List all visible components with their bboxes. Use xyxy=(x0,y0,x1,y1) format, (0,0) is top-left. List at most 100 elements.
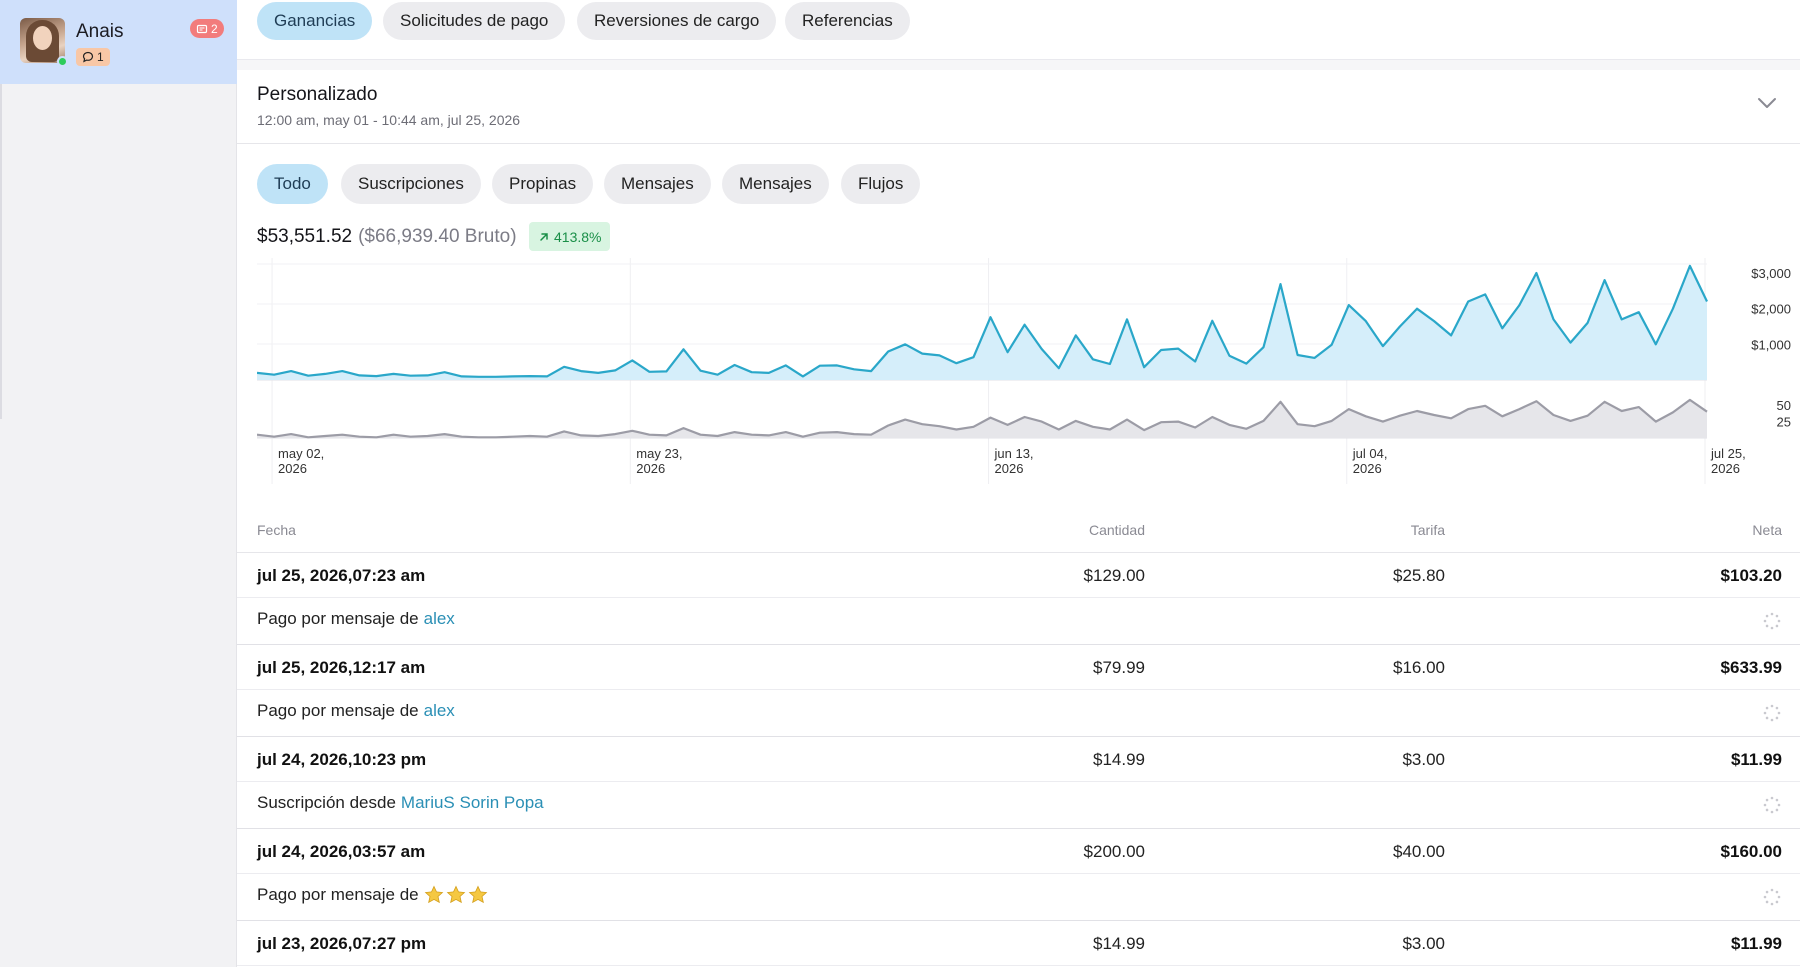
row-net: $103.20 xyxy=(1720,566,1782,585)
row-date: jul 23, 2026,07:27 pm xyxy=(257,934,427,953)
row-description: Suscripción desde MariuS Sorin Popa xyxy=(237,782,1800,829)
message-count-badge: 2 xyxy=(190,19,224,38)
x-tick-label: jul 25, xyxy=(1710,446,1746,461)
x-tick-label-year: 2026 xyxy=(1353,461,1382,476)
header-neta: Neta xyxy=(1752,522,1782,538)
row-fee: $3.00 xyxy=(1402,934,1445,953)
filter-todo[interactable]: Todo xyxy=(257,164,328,204)
row-amount: $14.99 xyxy=(1093,750,1145,769)
revenue-area xyxy=(257,265,1707,380)
x-tick-label: jun 13, xyxy=(994,446,1034,461)
y-tick-label: $3,000 xyxy=(1751,266,1791,281)
table-header: Fecha Cantidad Tarifa Neta xyxy=(237,505,1800,553)
account-name: Anais xyxy=(76,21,124,42)
star-emoji-icons xyxy=(424,885,488,905)
earnings-tabs: Ganancias Solicitudes de pago Reversione… xyxy=(237,0,1800,60)
loading-spinner-icon xyxy=(1763,888,1781,906)
row-amount: $129.00 xyxy=(1083,566,1145,585)
online-status-dot xyxy=(57,56,68,67)
x-tick-label: may 02, xyxy=(278,446,324,461)
section-divider xyxy=(237,60,1800,70)
x-tick-label-year: 2026 xyxy=(995,461,1024,476)
row-description: Pago por mensaje de alex xyxy=(237,598,1800,645)
chat-count-badge: 1 xyxy=(76,48,110,66)
row-description-text: Pago por mensaje de alex xyxy=(257,701,455,721)
tab-reversiones-de-cargo[interactable]: Reversiones de cargo xyxy=(577,2,777,40)
table-row[interactable]: jul 23, 2026,07:27 pm $14.99 $3.00 $11.99 xyxy=(237,921,1800,966)
earnings-chart: $3,000$2,000$1,0005025may 02,2026may 23,… xyxy=(257,258,1791,484)
table-row[interactable]: jul 25, 2026,12:17 am $79.99 $16.00 $633.99 xyxy=(237,645,1800,690)
row-description: Pago por mensaje de xyxy=(237,874,1800,921)
row-net: $11.99 xyxy=(1730,934,1782,953)
table-row[interactable]: jul 24, 2026,10:23 pm $14.99 $3.00 $11.99 xyxy=(237,737,1800,782)
period-selector[interactable]: Personalizado 12:00 am, may 01 - 10:44 a… xyxy=(237,70,1800,144)
loading-spinner-icon xyxy=(1763,796,1781,814)
message-icon xyxy=(196,24,208,33)
row-net: $633.99 xyxy=(1720,658,1782,677)
description-prefix: Pago por mensaje de xyxy=(257,701,419,720)
main-panel: Ganancias Solicitudes de pago Reversione… xyxy=(237,0,1800,967)
count-area xyxy=(257,399,1707,438)
row-net: $160.00 xyxy=(1720,842,1782,861)
row-fee: $16.00 xyxy=(1393,658,1445,677)
header-tarifa: Tarifa xyxy=(1410,522,1445,538)
filter-mensajes-2[interactable]: Mensajes xyxy=(722,164,829,204)
message-count: 2 xyxy=(211,21,218,36)
chat-count: 1 xyxy=(97,50,104,64)
x-tick-label-year: 2026 xyxy=(278,461,307,476)
row-amount: $200.00 xyxy=(1083,842,1145,861)
description-prefix: Suscripción desde xyxy=(257,793,396,812)
table-row[interactable]: jul 24, 2026,03:57 am $200.00 $40.00 $160.0… xyxy=(237,829,1800,874)
sender-link[interactable]: alex xyxy=(424,701,455,721)
x-tick-label: may 23, xyxy=(636,446,682,461)
x-tick-label-year: 2026 xyxy=(636,461,665,476)
row-date: jul 25, 2026,07:23 am xyxy=(257,566,426,585)
tab-referencias[interactable]: Referencias xyxy=(785,2,910,40)
row-date: jul 24, 2026,03:57 am xyxy=(257,842,426,861)
row-amount: $79.99 xyxy=(1093,658,1145,677)
header-fecha: Fecha xyxy=(257,522,296,538)
loading-spinner-icon xyxy=(1763,704,1781,722)
tab-solicitudes-de-pago[interactable]: Solicitudes de pago xyxy=(383,2,566,40)
filter-propinas[interactable]: Propinas xyxy=(492,164,594,204)
filter-flujos[interactable]: Flujos xyxy=(841,164,921,204)
sender-link[interactable]: alex xyxy=(424,609,455,629)
header-cantidad: Cantidad xyxy=(1088,522,1145,538)
growth-value: 413.8% xyxy=(554,228,602,245)
description-prefix: Pago por mensaje de xyxy=(257,885,419,904)
y-tick-label: 50 xyxy=(1777,398,1791,413)
row-description-text: Pago por mensaje de alex xyxy=(257,609,455,629)
description-prefix: Pago por mensaje de xyxy=(257,609,419,628)
chat-icon xyxy=(82,51,94,63)
row-description-text: Suscripción desde MariuS Sorin Popa xyxy=(257,793,544,813)
sidebar: Anais 1 2 xyxy=(0,0,237,967)
y-tick-label: $1,000 xyxy=(1751,337,1791,352)
row-amount: $14.99 xyxy=(1093,934,1145,953)
tab-ganancias[interactable]: Ganancias xyxy=(257,2,373,40)
row-fee: $40.00 xyxy=(1393,842,1445,861)
account-item[interactable]: Anais 1 2 xyxy=(0,0,237,84)
x-tick-label-year: 2026 xyxy=(1711,461,1740,476)
sender-link[interactable]: MariuS Sorin Popa xyxy=(401,793,544,813)
filter-mensajes[interactable]: Mensajes xyxy=(604,164,711,204)
period-range: 12:00 am, may 01 - 10:44 am, jul 25, 202… xyxy=(257,112,521,128)
loading-spinner-icon xyxy=(1763,612,1781,630)
table-row[interactable]: jul 25, 2026,07:23 am $129.00 $25.80 $103.2… xyxy=(237,553,1800,598)
chevron-down-icon[interactable] xyxy=(1756,96,1778,110)
x-tick-label: jul 04, xyxy=(1352,446,1388,461)
filter-suscripciones[interactable]: Suscripciones xyxy=(341,164,481,204)
row-date: jul 25, 2026,12:17 am xyxy=(257,658,426,677)
row-date: jul 24, 2026,10:23 pm xyxy=(257,750,427,769)
y-tick-label: 25 xyxy=(1777,415,1791,430)
net-total: $53,551.52 xyxy=(257,226,353,247)
row-description-text: Pago por mensaje de xyxy=(257,885,488,905)
row-description: Pago por mensaje de alex xyxy=(237,690,1800,737)
period-title: Personalizado xyxy=(257,84,378,105)
growth-badge: 413.8% xyxy=(529,222,611,251)
gross-total: ($66,939.40 Bruto) xyxy=(358,226,517,247)
earnings-total: $53,551.52 ($66,939.40 Bruto) xyxy=(257,226,517,248)
row-net: $11.99 xyxy=(1730,750,1782,769)
arrow-up-right-icon xyxy=(540,232,548,241)
row-fee: $25.80 xyxy=(1393,566,1445,585)
row-fee: $3.00 xyxy=(1402,750,1445,769)
